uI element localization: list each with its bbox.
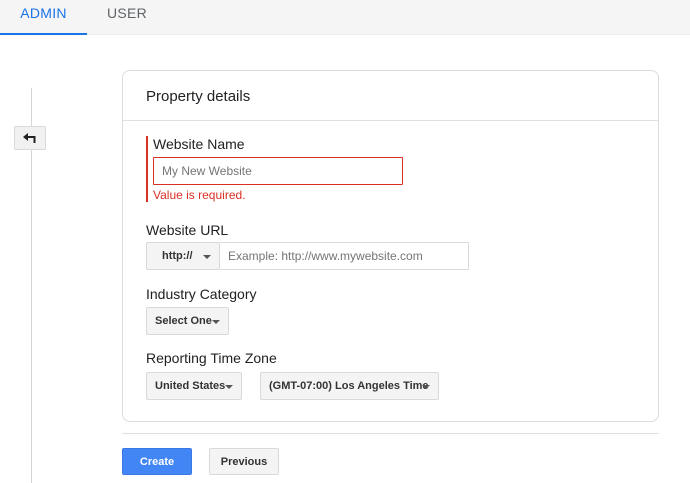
country-value: United States — [155, 380, 226, 392]
tab-admin[interactable]: ADMIN — [0, 0, 87, 35]
back-arrow-icon — [23, 133, 36, 143]
website-name-label: Website Name — [153, 136, 245, 152]
tab-user[interactable]: USER — [87, 0, 167, 35]
chevron-down-icon — [212, 320, 220, 324]
time-zone-dropdown[interactable]: (GMT-07:00) Los Angeles Time — [260, 372, 439, 400]
error-indicator-bar — [146, 136, 148, 202]
industry-category-dropdown[interactable]: Select One — [146, 307, 229, 335]
industry-category-label: Industry Category — [146, 286, 257, 302]
industry-category-value: Select One — [155, 315, 212, 327]
create-button[interactable]: Create — [122, 448, 192, 475]
chevron-down-icon — [422, 385, 430, 389]
website-url-input[interactable] — [220, 242, 469, 270]
time-zone-value: (GMT-07:00) Los Angeles Time — [269, 380, 429, 392]
actions-divider — [122, 433, 659, 434]
previous-button[interactable]: Previous — [209, 448, 279, 475]
protocol-value: http:// — [162, 250, 193, 262]
chevron-down-icon — [203, 255, 211, 259]
website-url-label: Website URL — [146, 222, 229, 238]
chevron-down-icon — [225, 385, 233, 389]
property-details-card: Property details Website Name Value is r… — [122, 70, 659, 422]
card-title: Property details — [123, 71, 658, 121]
top-tab-bar: ADMIN USER — [0, 0, 690, 35]
reporting-time-zone-label: Reporting Time Zone — [146, 350, 277, 366]
back-button[interactable] — [14, 126, 46, 150]
website-name-error: Value is required. — [153, 188, 246, 202]
protocol-dropdown[interactable]: http:// — [146, 242, 220, 270]
country-dropdown[interactable]: United States — [146, 372, 242, 400]
website-name-input[interactable] — [153, 157, 403, 185]
